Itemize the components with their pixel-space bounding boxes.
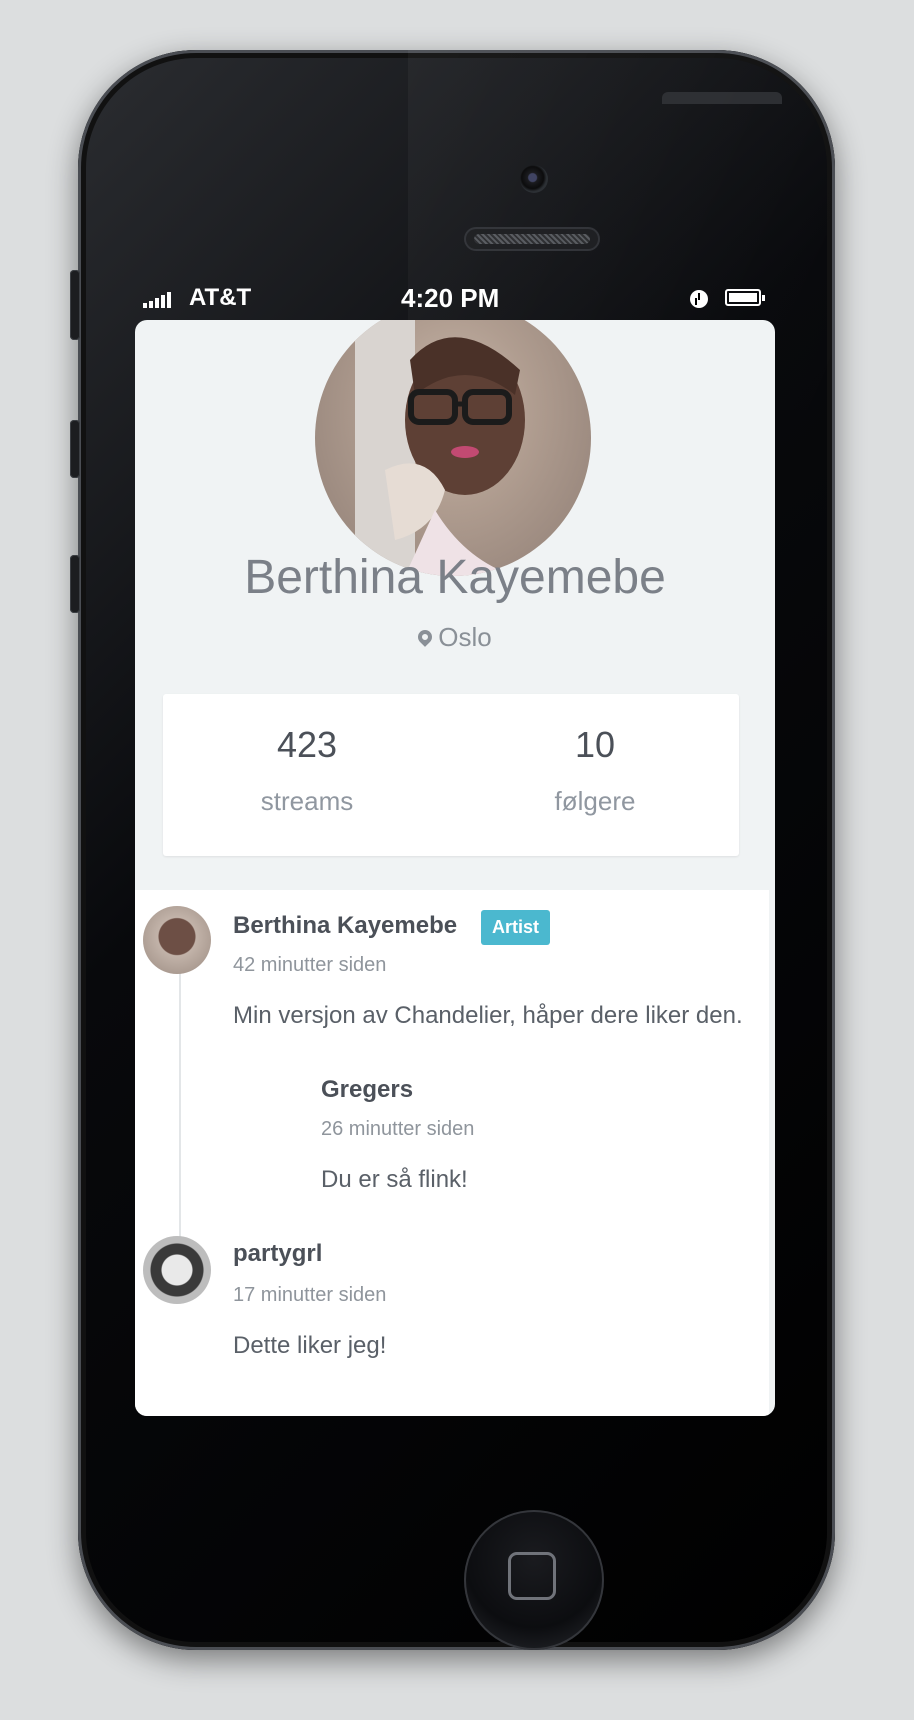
post-author[interactable]: partygrl — [233, 1240, 322, 1268]
front-camera — [520, 165, 548, 193]
home-button[interactable] — [464, 1510, 604, 1650]
stat-followers[interactable]: 10 følgere — [451, 694, 739, 856]
artist-badge: Artist — [481, 910, 551, 945]
avatar[interactable] — [143, 906, 211, 974]
reply-author[interactable]: Gregers — [321, 1076, 413, 1104]
home-button-icon — [508, 1552, 556, 1600]
signal-bars-icon — [143, 292, 171, 308]
reply-text: Du er så flink! — [321, 1166, 468, 1193]
carrier-name: AT&T — [189, 284, 252, 311]
clock-icon — [690, 290, 708, 308]
profile-stats-card: 423 streams 10 følgere — [163, 694, 739, 856]
profile-location: Oslo — [135, 622, 775, 653]
profile-photo — [355, 320, 525, 576]
post-author[interactable]: Berthina Kayemebe — [233, 912, 457, 940]
status-time: 4:20 PM — [401, 283, 500, 313]
battery-icon — [725, 289, 765, 306]
post-text: Min versjon av Chandelier, håper dere li… — [233, 1002, 743, 1029]
post-text: Dette liker jeg! — [233, 1332, 387, 1359]
comment-feed: Berthina Kayemebe Artist 42 minutter sid… — [135, 890, 769, 1416]
post-time: 42 minutter siden — [233, 954, 387, 976]
status-bar: AT&T 4:20 PM — [135, 282, 775, 318]
profile-avatar[interactable] — [315, 320, 591, 576]
mute-switch — [70, 270, 80, 340]
app-screen: Berthina Kayemebe Oslo 423 streams 10 fø… — [135, 320, 775, 1416]
stat-label: følgere — [554, 786, 636, 816]
stat-streams[interactable]: 423 streams — [163, 694, 451, 856]
stat-label: streams — [260, 786, 354, 816]
reply-time: 26 minutter siden — [321, 1118, 475, 1140]
earpiece-speaker — [464, 227, 600, 251]
volume-down-button — [70, 555, 80, 613]
volume-up-button — [70, 420, 80, 478]
stat-value: 10 — [574, 724, 616, 765]
avatar[interactable] — [143, 1236, 211, 1304]
power-button — [662, 92, 782, 104]
profile-name: Berthina Kayemebe — [244, 551, 666, 604]
map-pin-icon — [415, 627, 436, 647]
stat-value: 423 — [276, 724, 338, 765]
location-label: Oslo — [438, 622, 492, 652]
post-time: 17 minutter siden — [233, 1284, 387, 1306]
